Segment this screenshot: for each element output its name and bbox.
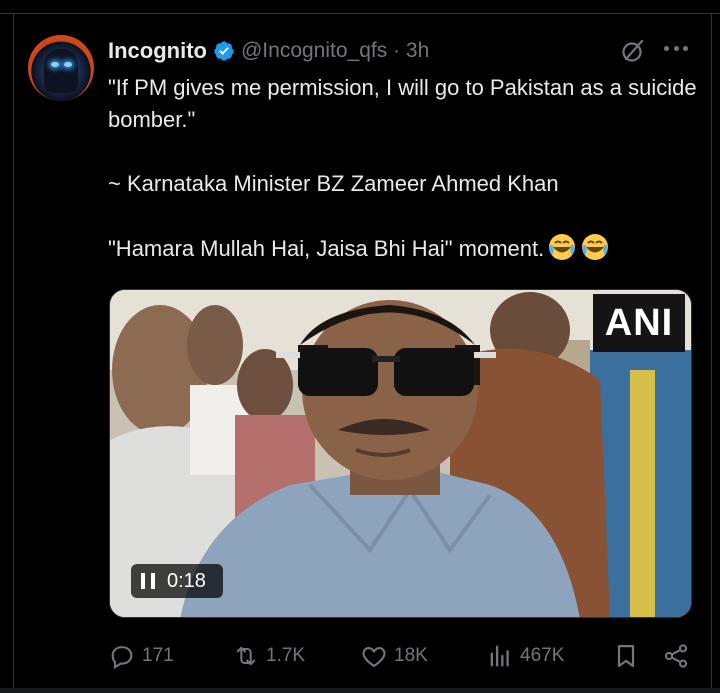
more-options-icon[interactable] (664, 46, 688, 56)
ani-watermark: ANI (593, 294, 685, 352)
bookmark-icon (617, 644, 635, 668)
tweet-actions: 171 1.7K 18K 467K (108, 638, 692, 674)
reply-button[interactable]: 171 (108, 638, 174, 674)
pause-icon[interactable] (141, 573, 155, 589)
display-name[interactable]: Incognito (108, 38, 207, 64)
avatar[interactable] (28, 35, 94, 101)
analytics-icon (490, 645, 509, 667)
tweet-text-line: "Hamara Mullah Hai, Jaisa Bhi Hai" momen… (108, 232, 698, 265)
like-button[interactable]: 18K (360, 638, 428, 674)
grok-icon[interactable] (620, 38, 646, 64)
face-with-tears-of-joy-emoji (580, 232, 610, 262)
avatar-figure (44, 49, 78, 93)
video-playback-control[interactable]: 0:18 (131, 564, 223, 598)
timeline-border-left (13, 13, 14, 693)
reply-icon (111, 646, 133, 669)
tweet-text-line: ~ Karnataka Minister BZ Zameer Ahmed Kha… (108, 171, 559, 196)
views-count: 467K (520, 645, 565, 666)
tweet-text-span: "Hamara Mullah Hai, Jaisa Bhi Hai" momen… (108, 236, 545, 261)
avatar-eye-left (51, 62, 59, 67)
share-button[interactable] (662, 638, 690, 674)
avatar-eye-right (64, 62, 72, 67)
video-time: 0:18 (167, 569, 206, 592)
repost-count: 1.7K (266, 645, 306, 666)
bookmark-button[interactable] (612, 638, 640, 674)
heart-icon (362, 647, 386, 668)
verified-badge-icon[interactable] (213, 40, 235, 62)
reply-count: 171 (142, 645, 174, 666)
face-with-tears-of-joy-emoji (547, 232, 577, 262)
tweet-text: "If PM gives me permission, I will go to… (108, 72, 698, 265)
repost-button[interactable]: 1.7K (232, 638, 305, 674)
timeline-divider-bottom (0, 688, 720, 693)
like-count: 18K (394, 645, 428, 666)
timeline-border-right (711, 13, 712, 693)
views-button[interactable]: 467K (486, 638, 564, 674)
video-player[interactable]: ANI 0:18 (109, 289, 692, 618)
handle-and-timestamp[interactable]: @Incognito_qfs · 3h (241, 39, 429, 63)
share-icon (664, 644, 688, 668)
repost-icon (236, 646, 256, 666)
tweet-text-line: "If PM gives me permission, I will go to… (108, 75, 697, 132)
tweet-header: Incognito @Incognito_qfs · 3h (108, 36, 429, 66)
timeline-divider-top (0, 13, 720, 14)
